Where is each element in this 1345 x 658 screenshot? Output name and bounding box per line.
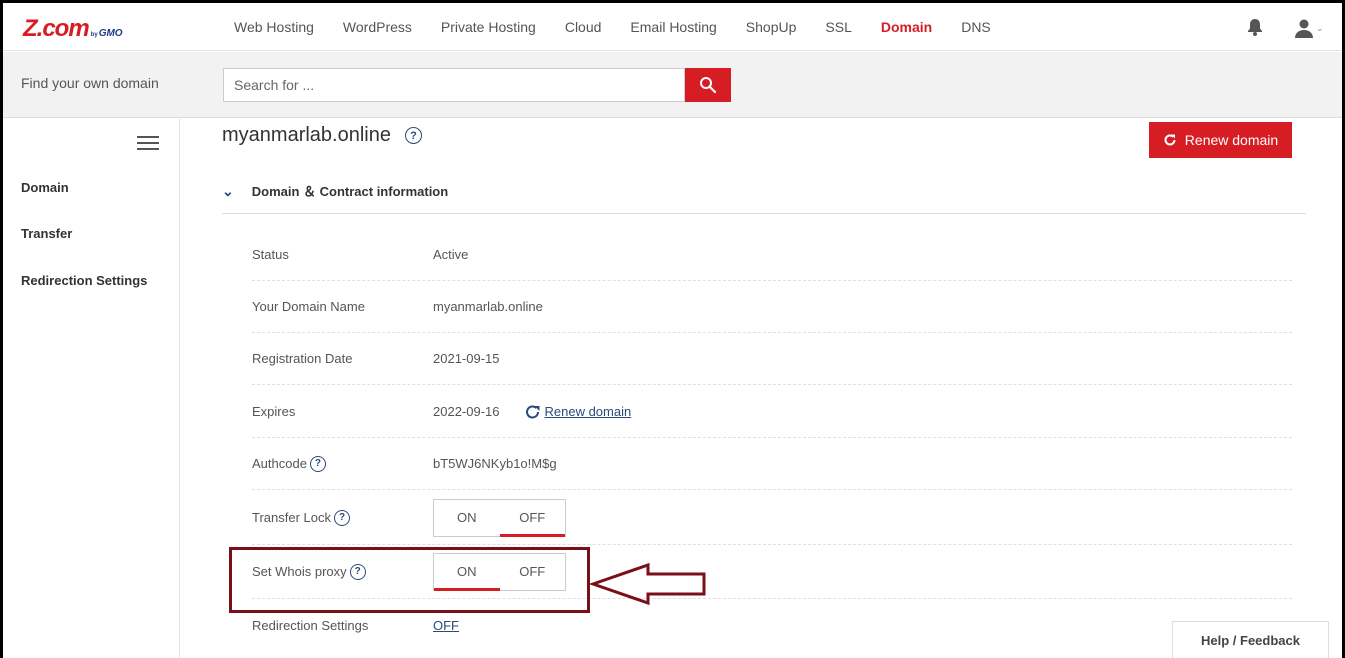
zcom-logo[interactable]: Z.com by GMO [23, 15, 123, 41]
status-row: Status Active [252, 229, 1292, 281]
chevron-down-icon: ⌄ [1316, 22, 1324, 33]
refresh-icon [1164, 134, 1176, 146]
section-header[interactable]: ⌄ Domain ＆ Contract information [222, 181, 1306, 214]
search-icon [700, 77, 717, 94]
transfer-lock-off[interactable]: OFF [499, 500, 566, 537]
nav-domain[interactable]: Domain [881, 19, 932, 35]
renew-domain-button[interactable]: Renew domain [1149, 122, 1292, 158]
status-label: Status [252, 247, 289, 262]
nav-email-hosting[interactable]: Email Hosting [630, 19, 716, 35]
transfer-lock-toggle: ON OFF [433, 498, 566, 537]
top-navbar: Z.com by GMO Web Hosting WordPress Priva… [3, 3, 1342, 51]
chevron-down-icon: ⌄ [222, 183, 234, 199]
nav-dns[interactable]: DNS [961, 19, 991, 35]
status-value: Active [433, 247, 469, 262]
authcode-value: bT5WJ6NKyb1o!M$g [433, 456, 557, 471]
expires-row: Expires 2022-09-16 Renew domain [252, 386, 1292, 438]
nav-cloud[interactable]: Cloud [565, 19, 602, 35]
sidebar-item-redirection-settings[interactable]: Redirection Settings [21, 273, 147, 288]
redirection-label: Redirection Settings [252, 617, 369, 633]
search-button[interactable] [685, 68, 731, 102]
registration-date-value: 2021-09-15 [433, 351, 500, 366]
domain-name-title: myanmarlab.online [222, 124, 391, 146]
domain-name-row: Your Domain Name myanmarlab.online [252, 281, 1292, 333]
nav-web-hosting[interactable]: Web Hosting [234, 19, 314, 35]
renew-domain-label: Renew domain [1184, 132, 1279, 148]
authcode-row: Authcode ? bT5WJ6NKyb1o!M$g [252, 438, 1292, 490]
authcode-label-group: Authcode ? [252, 455, 326, 472]
highlight-box [229, 547, 590, 613]
nav-ssl[interactable]: SSL [825, 19, 851, 35]
logo-gmo-text: GMO [98, 28, 123, 39]
expires-value-group: 2022-09-16 Renew domain [433, 404, 631, 420]
search-label: Find your own domain [21, 75, 159, 91]
help-feedback-button[interactable]: Help / Feedback [1172, 621, 1329, 658]
registration-date-row: Registration Date 2021-09-15 [252, 333, 1292, 385]
renew-domain-link[interactable]: Renew domain [545, 404, 632, 419]
menu-icon[interactable] [137, 136, 159, 150]
main-nav: Web Hosting WordPress Private Hosting Cl… [234, 3, 1020, 51]
redirection-value-link[interactable]: OFF [433, 618, 459, 633]
expires-value: 2022-09-16 [433, 404, 500, 419]
sidebar-item-domain[interactable]: Domain [21, 180, 69, 195]
sidebar-item-transfer[interactable]: Transfer [21, 226, 72, 241]
expires-label: Expires [252, 404, 296, 419]
nav-private-hosting[interactable]: Private Hosting [441, 19, 536, 35]
user-menu[interactable]: ⌄ [1294, 17, 1326, 39]
sidebar: Domain Transfer Redirection Settings [3, 119, 180, 658]
help-feedback-label: Help / Feedback [1201, 632, 1300, 648]
help-icon[interactable]: ? [404, 127, 422, 144]
transfer-lock-row: Transfer Lock ? ON OFF [252, 491, 1292, 545]
user-icon [1295, 19, 1313, 38]
page-title: myanmarlab.online ? [222, 124, 422, 147]
nav-wordpress[interactable]: WordPress [343, 19, 412, 35]
nav-shopup[interactable]: ShopUp [746, 19, 797, 35]
bell-icon[interactable] [1245, 17, 1265, 37]
help-icon[interactable]: ? [334, 509, 350, 526]
authcode-label: Authcode [252, 456, 307, 471]
search-input[interactable] [223, 68, 685, 102]
transfer-lock-on[interactable]: ON [434, 500, 500, 536]
domain-name-value: myanmarlab.online [433, 299, 543, 314]
logo-text: Z.com [23, 15, 90, 42]
help-icon[interactable]: ? [309, 455, 326, 472]
domain-search-bar: Find your own domain [3, 52, 1342, 118]
domain-name-label: Your Domain Name [252, 299, 365, 314]
registration-date-label: Registration Date [252, 351, 353, 366]
transfer-lock-label: Transfer Lock [252, 510, 331, 525]
arrow-annotation-icon [590, 562, 706, 606]
section-title: Domain ＆ Contract information [251, 184, 449, 199]
logo-by-text: by [90, 32, 98, 38]
transfer-lock-label-group: Transfer Lock ? [252, 509, 350, 526]
refresh-icon [525, 405, 539, 418]
